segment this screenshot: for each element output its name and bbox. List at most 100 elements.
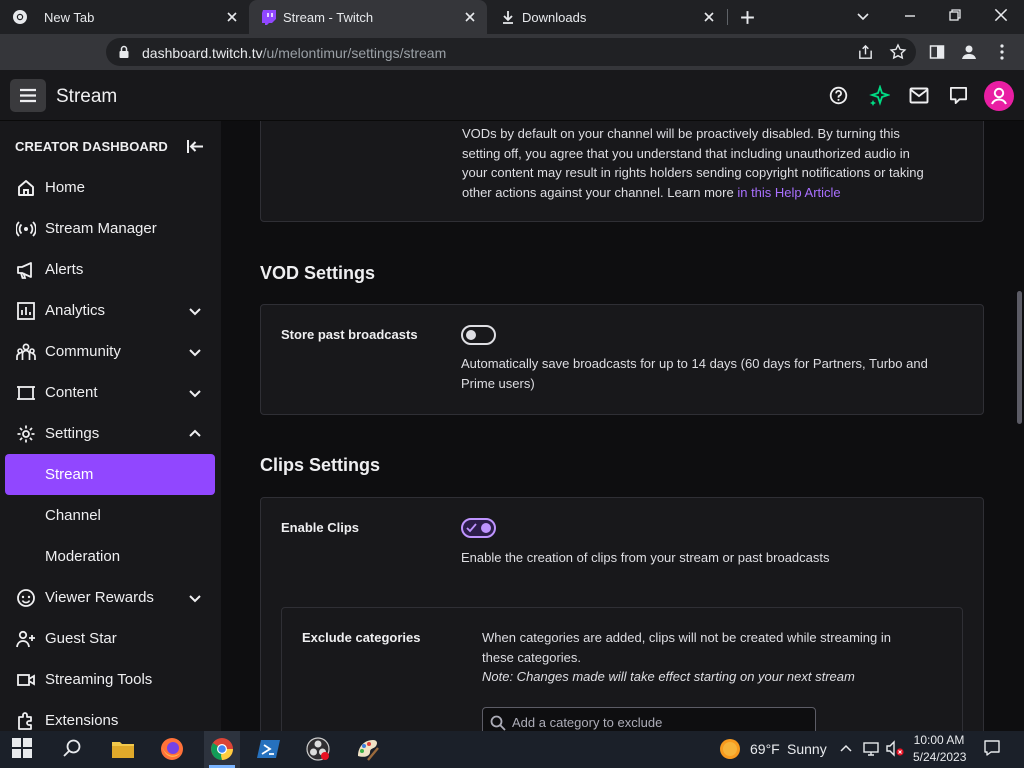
tab-downloads[interactable]: Downloads bbox=[488, 0, 726, 34]
enable-clips-toggle[interactable] bbox=[461, 518, 496, 538]
sidebar-item-home[interactable]: Home bbox=[0, 167, 221, 208]
sidebar-item-label: Guest Star bbox=[45, 630, 117, 647]
home-icon bbox=[18, 180, 34, 196]
sidebar-item-settings[interactable]: Settings bbox=[0, 413, 221, 454]
sidebar-item-extensions[interactable]: Extensions bbox=[0, 700, 221, 731]
tab-new-tab[interactable]: New Tab bbox=[0, 0, 248, 34]
network-icon[interactable] bbox=[862, 741, 880, 756]
windows-start-icon[interactable] bbox=[11, 737, 33, 759]
tab-title: New Tab bbox=[44, 10, 95, 25]
weather-temperature[interactable]: 69°F bbox=[750, 741, 780, 757]
sidebar-item-streaming-tools[interactable]: Streaming Tools bbox=[0, 659, 221, 700]
sidebar-item-moderation[interactable]: Moderation bbox=[0, 536, 221, 577]
sidebar-item-stream-manager[interactable]: Stream Manager bbox=[0, 208, 221, 249]
hamburger-menu-button[interactable] bbox=[10, 79, 46, 112]
lock-icon[interactable] bbox=[118, 45, 130, 59]
sidebar-item-alerts[interactable]: Alerts bbox=[0, 249, 221, 290]
description-line: Automatically save broadcasts for up to … bbox=[461, 356, 928, 371]
firefox-icon[interactable] bbox=[159, 736, 185, 762]
chevron-down-icon bbox=[189, 390, 201, 398]
chevron-up-icon[interactable] bbox=[839, 742, 853, 754]
chevron-down-icon bbox=[189, 349, 201, 357]
chrome-taskbar-button[interactable] bbox=[204, 731, 240, 768]
sidebar-item-channel[interactable]: Channel bbox=[0, 495, 221, 536]
window-close-icon[interactable] bbox=[992, 6, 1010, 24]
sidebar-item-label: Viewer Rewards bbox=[45, 589, 154, 606]
vod-copyright-card: VODs by default on your channel will be … bbox=[260, 121, 984, 222]
sidebar: CREATOR DASHBOARD Home Stream Manager Al… bbox=[0, 121, 221, 731]
sidebar-item-label: Channel bbox=[45, 507, 101, 524]
scrollbar-thumb[interactable] bbox=[1017, 291, 1022, 424]
close-icon[interactable] bbox=[225, 10, 239, 24]
content-icon bbox=[17, 386, 35, 400]
chat-bubble-icon[interactable] bbox=[949, 86, 968, 105]
settings-icon bbox=[17, 425, 35, 443]
search-icon[interactable] bbox=[62, 738, 82, 758]
paint-icon[interactable] bbox=[354, 736, 380, 762]
sidebar-item-guest-star[interactable]: Guest Star bbox=[0, 618, 221, 659]
vod-settings-heading: VOD Settings bbox=[260, 263, 376, 283]
user-avatar-icon bbox=[991, 87, 1007, 105]
close-icon[interactable] bbox=[702, 10, 716, 24]
bookmark-star-icon[interactable] bbox=[889, 43, 907, 61]
sidebar-item-label: Home bbox=[45, 179, 86, 196]
powershell-icon[interactable] bbox=[256, 736, 282, 762]
description-line: these categories. bbox=[482, 649, 582, 665]
sidebar-heading: CREATOR DASHBOARD bbox=[15, 139, 168, 154]
sidebar-item-analytics[interactable]: Analytics bbox=[0, 290, 221, 331]
enable-clips-description: Enable the creation of clips from your s… bbox=[461, 550, 830, 565]
file-explorer-icon[interactable] bbox=[110, 736, 136, 762]
notice-line: other actions against your channel. Lear… bbox=[462, 183, 977, 203]
help-icon[interactable] bbox=[829, 86, 848, 105]
description-line: When categories are added, clips will no… bbox=[482, 630, 891, 645]
url-host: dashboard.twitch.tv bbox=[142, 45, 263, 61]
sun-weather-icon[interactable] bbox=[719, 738, 741, 760]
obs-icon[interactable] bbox=[305, 736, 331, 762]
avatar[interactable] bbox=[984, 81, 1014, 111]
extensions-icon bbox=[18, 712, 32, 730]
taskbar-time[interactable]: 10:00 AM bbox=[913, 733, 965, 747]
mail-icon[interactable] bbox=[909, 87, 929, 104]
collapse-sidebar-icon[interactable] bbox=[186, 139, 205, 154]
help-article-link[interactable]: in this Help Article bbox=[737, 185, 840, 200]
tab-title: Stream - Twitch bbox=[283, 10, 374, 25]
tab-search-chevron-icon[interactable] bbox=[855, 8, 871, 24]
vod-settings-card: Store past broadcasts Automatically save… bbox=[260, 304, 984, 415]
exclude-categories-description: When categories are added, clips will no… bbox=[482, 628, 952, 687]
profile-icon[interactable] bbox=[960, 43, 978, 61]
exclude-category-search[interactable]: Add a category to exclude bbox=[482, 707, 816, 731]
toggle-knob bbox=[481, 523, 491, 533]
search-placeholder: Add a category to exclude bbox=[512, 715, 663, 730]
new-tab-plus-icon[interactable] bbox=[739, 9, 756, 26]
kebab-menu-icon[interactable] bbox=[994, 43, 1010, 61]
url-text[interactable]: dashboard.twitch.tv/u/melontimur/setting… bbox=[142, 45, 446, 61]
weather-condition[interactable]: Sunny bbox=[787, 741, 827, 757]
sidebar-item-label: Analytics bbox=[45, 302, 106, 319]
side-panel-icon[interactable] bbox=[929, 44, 945, 60]
community-icon bbox=[16, 343, 36, 360]
exclude-note: Note: Changes made will take effect star… bbox=[482, 669, 855, 684]
scrollbar-track[interactable] bbox=[1014, 121, 1024, 731]
store-broadcasts-toggle[interactable] bbox=[461, 325, 496, 345]
sidebar-item-label: Alerts bbox=[45, 261, 84, 278]
clips-settings-heading: Clips Settings bbox=[260, 455, 381, 475]
sidebar-item-content[interactable]: Content bbox=[0, 372, 221, 413]
minimize-icon[interactable] bbox=[902, 8, 918, 24]
sidebar-item-label: Content bbox=[45, 384, 98, 401]
sidebar-item-viewer-rewards[interactable]: Viewer Rewards bbox=[0, 577, 221, 618]
chevron-down-icon bbox=[189, 595, 201, 603]
volume-muted-icon[interactable] bbox=[885, 740, 905, 757]
sidebar-item-stream[interactable]: Stream bbox=[5, 454, 215, 495]
sparkle-icon[interactable] bbox=[868, 85, 890, 107]
sidebar-item-community[interactable]: Community bbox=[0, 331, 221, 372]
close-icon[interactable] bbox=[463, 10, 477, 24]
restore-icon[interactable] bbox=[947, 7, 963, 23]
taskbar-date[interactable]: 5/24/2023 bbox=[913, 750, 966, 764]
camera-icon bbox=[17, 674, 35, 686]
share-icon[interactable] bbox=[857, 44, 874, 61]
sidebar-item-label: Community bbox=[45, 343, 121, 360]
chrome-icon bbox=[211, 738, 233, 760]
hamburger-icon bbox=[20, 88, 36, 103]
notifications-icon[interactable] bbox=[983, 739, 1001, 757]
tab-stream-twitch[interactable]: Stream - Twitch bbox=[249, 0, 487, 34]
